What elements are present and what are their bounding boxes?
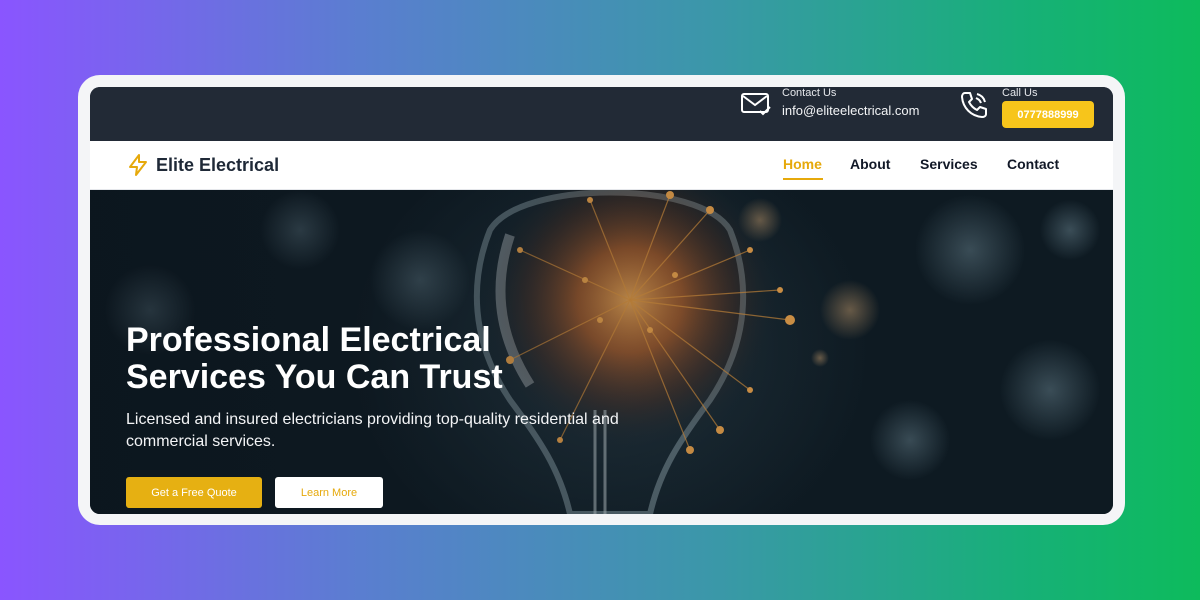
brand-name: Elite Electrical [156, 154, 280, 175]
call-number-button[interactable]: 0777888999 [1002, 101, 1094, 128]
main-navbar: Elite Electrical Home About Services Con… [90, 141, 1113, 190]
learn-more-button[interactable]: Learn More [275, 477, 383, 508]
nav-services[interactable]: Services [920, 156, 978, 172]
nav-about[interactable]: About [850, 156, 890, 172]
hero-subtitle: Licensed and insured electricians provid… [126, 411, 619, 450]
phone-icon [961, 92, 987, 118]
hero-title-line1: Professional Electrical [126, 321, 491, 359]
contact-us-label: Contact Us [782, 87, 837, 99]
call-us-label: Call Us [1002, 87, 1038, 99]
active-nav-indicator [783, 178, 823, 180]
hero-title-line2: Services You Can Trust [126, 358, 503, 396]
mail-check-icon [741, 93, 771, 116]
get-quote-button[interactable]: Get a Free Quote [126, 477, 262, 508]
hero-section: Professional Electrical Services You Can… [90, 190, 1113, 514]
top-contact-bar: Contact Us info@eliteelectrical.com Call… [90, 87, 1113, 141]
nav-home[interactable]: Home [783, 156, 822, 172]
hero-title: Professional Electrical Services You Can… [126, 322, 646, 396]
nav-contact[interactable]: Contact [1007, 156, 1059, 172]
lightning-bolt-icon [129, 154, 147, 176]
contact-email-link[interactable]: info@eliteelectrical.com [782, 103, 919, 118]
site-logo[interactable]: Elite Electrical [126, 153, 279, 177]
website-screen: Contact Us info@eliteelectrical.com Call… [90, 87, 1113, 514]
